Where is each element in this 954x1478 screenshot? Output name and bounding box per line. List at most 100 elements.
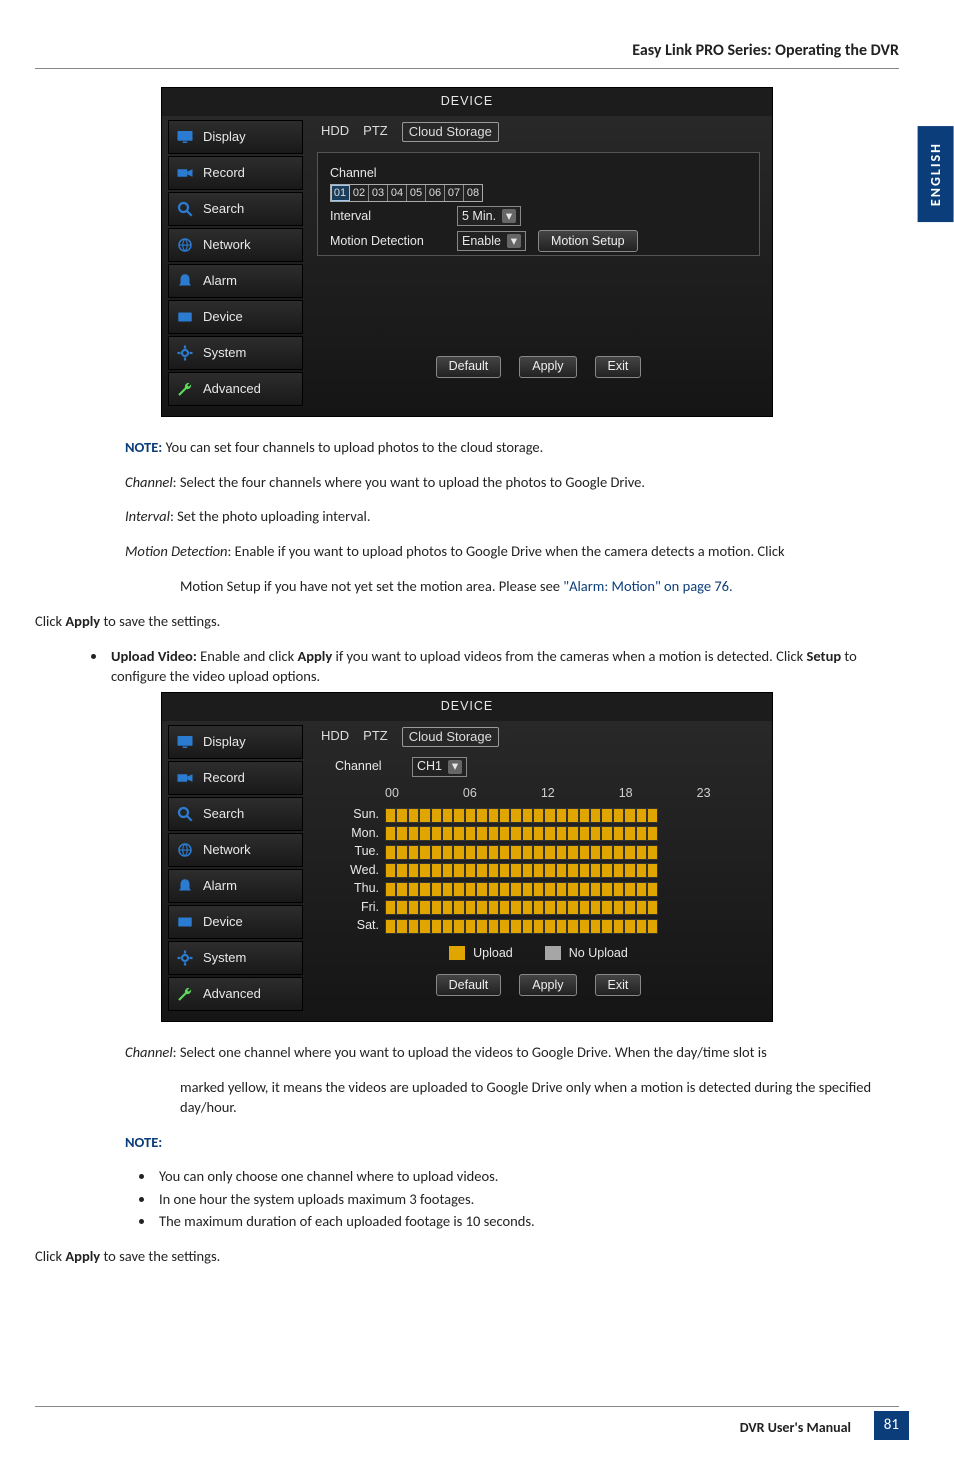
schedule-cell[interactable]	[396, 863, 407, 878]
schedule-cell[interactable]	[476, 808, 487, 823]
channel-cell[interactable]: 07	[445, 185, 464, 201]
schedule-cell[interactable]	[544, 919, 555, 934]
schedule-cell[interactable]	[385, 808, 396, 823]
schedule-cell[interactable]	[590, 808, 601, 823]
schedule-cell[interactable]	[510, 808, 521, 823]
channel-select[interactable]: CH1 ▾	[412, 757, 467, 777]
schedule-cell[interactable]	[533, 919, 544, 934]
schedule-cell[interactable]	[499, 882, 510, 897]
schedule-cell[interactable]	[533, 882, 544, 897]
sidebar-item-system[interactable]: System	[168, 336, 303, 370]
channel-cell[interactable]: 04	[388, 185, 407, 201]
schedule-cell[interactable]	[601, 919, 612, 934]
schedule-cell[interactable]	[510, 882, 521, 897]
channel-cell[interactable]: 05	[407, 185, 426, 201]
schedule-cell[interactable]	[499, 826, 510, 841]
channel-cell[interactable]: 02	[350, 185, 369, 201]
schedule-cell[interactable]	[465, 900, 476, 915]
channel-cell[interactable]: 08	[464, 185, 482, 201]
channel-cell[interactable]: 06	[426, 185, 445, 201]
schedule-cell[interactable]	[453, 808, 464, 823]
schedule-cell[interactable]	[647, 863, 658, 878]
schedule-cell[interactable]	[579, 863, 590, 878]
schedule-cell[interactable]	[601, 826, 612, 841]
schedule-cell[interactable]	[544, 900, 555, 915]
schedule-cell[interactable]	[419, 900, 430, 915]
schedule-cell[interactable]	[590, 863, 601, 878]
schedule-cell[interactable]	[556, 919, 567, 934]
schedule-cell[interactable]	[431, 845, 442, 860]
channel-cell[interactable]: 01	[331, 185, 350, 201]
schedule-cell[interactable]	[579, 826, 590, 841]
sidebar-item-record[interactable]: Record	[168, 761, 303, 795]
schedule-cell[interactable]	[465, 826, 476, 841]
schedule-cell[interactable]	[522, 845, 533, 860]
schedule-cell[interactable]	[647, 826, 658, 841]
schedule-cell[interactable]	[453, 882, 464, 897]
schedule-cell[interactable]	[453, 826, 464, 841]
schedule-cell[interactable]	[453, 845, 464, 860]
sidebar-item-advanced[interactable]: Advanced	[168, 977, 303, 1011]
schedule-cell[interactable]	[488, 863, 499, 878]
schedule-cell[interactable]	[453, 919, 464, 934]
schedule-cell[interactable]	[396, 900, 407, 915]
schedule-cell[interactable]	[579, 882, 590, 897]
schedule-cell[interactable]	[476, 900, 487, 915]
schedule-cell[interactable]	[453, 900, 464, 915]
schedule-cell[interactable]	[533, 900, 544, 915]
schedule-cell[interactable]	[613, 919, 624, 934]
schedule-cell[interactable]	[601, 900, 612, 915]
schedule-cell[interactable]	[556, 882, 567, 897]
schedule-cell[interactable]	[408, 882, 419, 897]
schedule-cell[interactable]	[613, 826, 624, 841]
schedule-cell[interactable]	[636, 808, 647, 823]
sidebar-item-system[interactable]: System	[168, 941, 303, 975]
schedule-cell[interactable]	[510, 845, 521, 860]
schedule-cell[interactable]	[442, 882, 453, 897]
schedule-cell[interactable]	[601, 863, 612, 878]
schedule-cell[interactable]	[453, 863, 464, 878]
schedule-cell[interactable]	[465, 882, 476, 897]
schedule-cell[interactable]	[567, 845, 578, 860]
sidebar-item-network[interactable]: Network	[168, 833, 303, 867]
schedule-cell[interactable]	[431, 808, 442, 823]
schedule-cell[interactable]	[579, 900, 590, 915]
schedule-cell[interactable]	[408, 919, 419, 934]
schedule-cell[interactable]	[499, 845, 510, 860]
schedule-cell[interactable]	[567, 900, 578, 915]
schedule-cell[interactable]	[419, 826, 430, 841]
apply-button[interactable]: Apply	[519, 356, 576, 378]
schedule-cell[interactable]	[590, 826, 601, 841]
schedule-cell[interactable]	[419, 863, 430, 878]
schedule-cell[interactable]	[408, 826, 419, 841]
schedule-cell[interactable]	[613, 845, 624, 860]
exit-button[interactable]: Exit	[595, 356, 642, 378]
schedule-cell[interactable]	[601, 808, 612, 823]
schedule-cell[interactable]	[522, 919, 533, 934]
interval-select[interactable]: 5 Min. ▾	[457, 206, 521, 226]
schedule-cell[interactable]	[488, 808, 499, 823]
schedule-cell[interactable]	[385, 900, 396, 915]
schedule-cell[interactable]	[533, 808, 544, 823]
schedule-cell[interactable]	[431, 919, 442, 934]
channel-cell[interactable]: 03	[369, 185, 388, 201]
sidebar-item-device[interactable]: Device	[168, 905, 303, 939]
schedule-cell[interactable]	[476, 863, 487, 878]
schedule-cell[interactable]	[647, 882, 658, 897]
schedule-cell[interactable]	[431, 882, 442, 897]
tab-ptz[interactable]: PTZ	[363, 727, 388, 747]
schedule-cell[interactable]	[647, 919, 658, 934]
schedule-cell[interactable]	[510, 826, 521, 841]
schedule-cell[interactable]	[431, 826, 442, 841]
schedule-cell[interactable]	[408, 808, 419, 823]
schedule-cell[interactable]	[556, 863, 567, 878]
schedule-cell[interactable]	[385, 863, 396, 878]
schedule-cell[interactable]	[465, 808, 476, 823]
sidebar-item-device[interactable]: Device	[168, 300, 303, 334]
schedule-cell[interactable]	[636, 845, 647, 860]
schedule-cell[interactable]	[613, 863, 624, 878]
schedule-cell[interactable]	[385, 919, 396, 934]
schedule-cell[interactable]	[533, 863, 544, 878]
schedule-cell[interactable]	[624, 900, 635, 915]
schedule-cell[interactable]	[499, 900, 510, 915]
